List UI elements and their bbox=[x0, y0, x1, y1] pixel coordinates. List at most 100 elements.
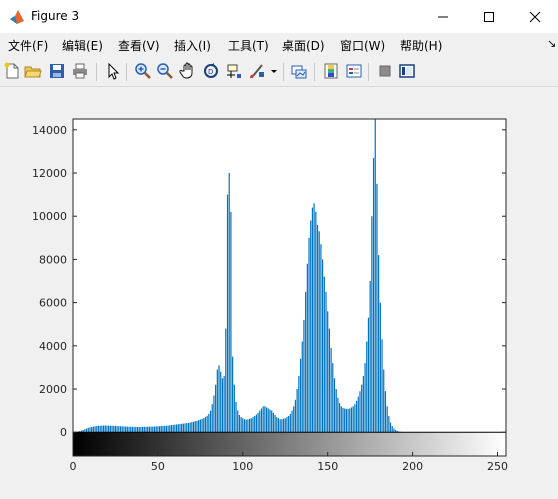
histogram-bar bbox=[361, 384, 363, 433]
histogram-bar bbox=[175, 424, 178, 433]
maximize-button[interactable] bbox=[466, 0, 512, 33]
insert-colorbar-icon[interactable] bbox=[322, 62, 340, 80]
histogram-bar bbox=[123, 426, 125, 433]
new-figure-icon[interactable] bbox=[3, 62, 21, 80]
pan-hand-icon[interactable] bbox=[179, 62, 197, 80]
close-button[interactable] bbox=[512, 0, 558, 33]
histogram-bar bbox=[245, 419, 247, 433]
histogram-bar bbox=[237, 410, 239, 433]
histogram-bar bbox=[269, 409, 271, 433]
y-tick-label: 12000 bbox=[32, 167, 67, 180]
axes-background bbox=[73, 119, 506, 456]
histogram-bar bbox=[174, 424, 176, 433]
histogram-bar bbox=[121, 426, 123, 433]
insert-legend-icon[interactable] bbox=[345, 62, 363, 80]
histogram-bar bbox=[165, 425, 167, 433]
histogram-bar bbox=[276, 417, 278, 433]
histogram-bar bbox=[199, 419, 201, 433]
menu-help[interactable]: 帮助(H) bbox=[400, 37, 442, 54]
histogram-bar bbox=[87, 427, 89, 433]
histogram-bar bbox=[335, 389, 337, 433]
histogram-bar bbox=[325, 291, 327, 433]
histogram-bar bbox=[338, 403, 341, 433]
histogram-bar bbox=[108, 425, 110, 433]
histogram-bar bbox=[255, 414, 257, 433]
menu-tools[interactable]: 工具(T) bbox=[228, 37, 269, 54]
menu-view[interactable]: 查看(V) bbox=[118, 37, 160, 54]
brush-dropdown-icon[interactable] bbox=[269, 62, 279, 80]
histogram-bar bbox=[250, 418, 252, 433]
histogram-bar bbox=[140, 426, 142, 433]
histogram-bar bbox=[243, 419, 246, 433]
histogram-bar bbox=[299, 358, 302, 433]
histogram-bar bbox=[223, 376, 225, 433]
histogram-bar bbox=[267, 408, 269, 433]
histogram-bar bbox=[91, 426, 93, 433]
x-tick-label: 100 bbox=[232, 460, 253, 473]
hide-plot-tools-icon[interactable] bbox=[376, 62, 394, 80]
histogram-bar bbox=[249, 418, 251, 433]
histogram-bar bbox=[359, 391, 361, 433]
pointer-icon[interactable] bbox=[104, 62, 122, 80]
histogram-bar bbox=[102, 425, 105, 433]
histogram-bar bbox=[106, 425, 108, 433]
menu-window[interactable]: 窗口(W) bbox=[340, 37, 385, 54]
histogram-bar bbox=[228, 173, 230, 433]
menu-edit[interactable]: 编辑(E) bbox=[62, 37, 103, 54]
zoom-out-icon[interactable] bbox=[156, 62, 174, 80]
histogram-bar bbox=[349, 408, 351, 433]
menu-dock-arrow-icon[interactable]: ↘ bbox=[547, 37, 556, 50]
histogram-bar bbox=[313, 203, 315, 433]
show-plot-tools-icon[interactable] bbox=[398, 62, 416, 80]
histogram-bar bbox=[172, 424, 174, 433]
histogram-bar bbox=[342, 408, 344, 433]
histogram-bar bbox=[89, 427, 91, 433]
histogram-bar bbox=[318, 231, 320, 433]
y-tick-label: 4000 bbox=[39, 340, 67, 353]
histogram-bar bbox=[288, 416, 290, 433]
histogram-bar bbox=[126, 426, 128, 433]
brush-icon[interactable] bbox=[248, 62, 266, 80]
histogram-bar bbox=[322, 259, 324, 433]
histogram-bar bbox=[138, 426, 140, 433]
minimize-button[interactable] bbox=[420, 0, 466, 33]
histogram-bar bbox=[238, 414, 241, 433]
histogram-bar bbox=[323, 276, 325, 433]
zoom-in-icon[interactable] bbox=[134, 62, 152, 80]
histogram-bar bbox=[233, 384, 235, 433]
menu-insert[interactable]: 插入(I) bbox=[174, 37, 211, 54]
histogram-bar bbox=[221, 378, 224, 433]
histogram-bar bbox=[333, 378, 336, 433]
histogram-bar bbox=[354, 404, 356, 433]
open-file-icon[interactable] bbox=[24, 62, 42, 80]
histogram-bar bbox=[142, 426, 144, 433]
histogram-bar bbox=[128, 426, 130, 433]
histogram-bar bbox=[113, 425, 115, 433]
histogram-bar bbox=[315, 211, 317, 433]
menu-desktop[interactable]: 桌面(D) bbox=[282, 37, 325, 54]
histogram-bar bbox=[332, 363, 334, 433]
data-cursor-icon[interactable] bbox=[225, 62, 243, 80]
y-tick-label: 14000 bbox=[32, 124, 67, 137]
histogram-bar bbox=[186, 423, 188, 433]
toolbar-separator bbox=[283, 63, 284, 81]
link-plot-icon[interactable] bbox=[290, 62, 308, 80]
histogram-bar bbox=[367, 317, 370, 433]
histogram-bar bbox=[355, 400, 358, 433]
histogram-bar bbox=[284, 418, 286, 433]
histogram-bar bbox=[133, 426, 135, 433]
histogram-bar bbox=[191, 422, 193, 433]
histogram-bar bbox=[265, 407, 268, 433]
window-title: Figure 3 bbox=[31, 9, 80, 23]
histogram-bar bbox=[257, 412, 259, 433]
histogram-bar bbox=[274, 414, 276, 433]
save-icon[interactable] bbox=[48, 62, 66, 80]
rotate-3d-icon[interactable]: D bbox=[202, 62, 220, 80]
histogram-bar bbox=[213, 395, 215, 433]
histogram-bar bbox=[259, 410, 261, 433]
histogram-bar bbox=[109, 425, 111, 433]
print-icon[interactable] bbox=[71, 62, 89, 80]
histogram-bar bbox=[136, 426, 139, 433]
menu-file[interactable]: 文件(F) bbox=[8, 37, 48, 54]
histogram-bar bbox=[298, 376, 300, 433]
